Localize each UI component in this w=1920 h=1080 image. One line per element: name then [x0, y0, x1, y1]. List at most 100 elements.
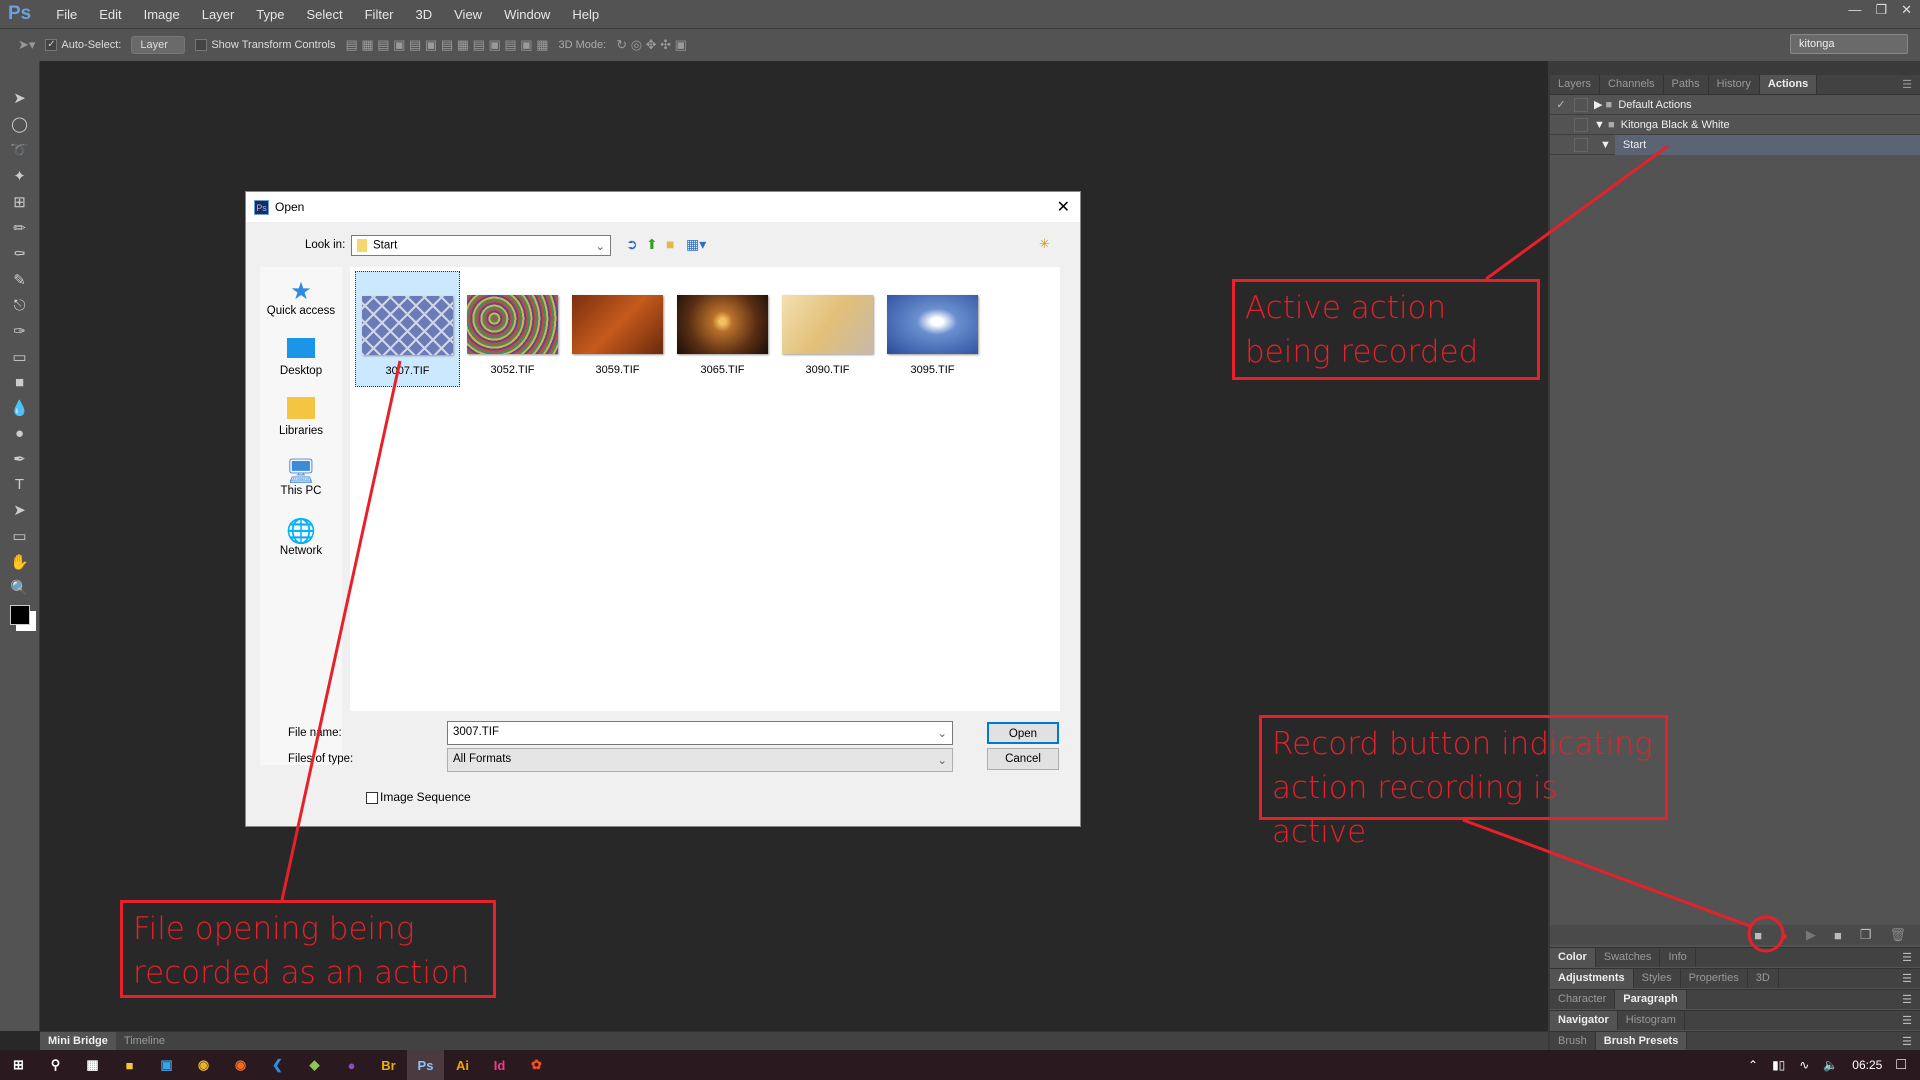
healing-brush-icon[interactable]: ⚰	[13, 245, 26, 263]
align-icons[interactable]: ▤ ▦ ▤ ▣ ▤ ▣ ▤ ▦ ▤ ▣ ▤ ▣ ▦	[345, 37, 548, 53]
layer-select[interactable]: Layer	[131, 36, 186, 54]
new-set-folder-icon[interactable]: ■	[1834, 928, 1842, 943]
cancel-button[interactable]: Cancel	[987, 748, 1059, 770]
close-icon[interactable]: ✕	[1901, 2, 1912, 18]
tab-navigator[interactable]: Navigator	[1550, 1011, 1618, 1030]
search-icon[interactable]: ⚲	[37, 1050, 74, 1080]
zoom-tool-icon[interactable]: 🔍	[10, 579, 29, 597]
tab-styles[interactable]: Styles	[1634, 969, 1681, 988]
panel-menu-icon[interactable]: ☰	[1894, 990, 1920, 1009]
tab-swatches[interactable]: Swatches	[1596, 948, 1661, 967]
3d-mode-icons[interactable]: ↻ ◎ ✥ ✣ ▣	[616, 37, 687, 53]
panel-menu-icon[interactable]: ☰	[1894, 969, 1920, 988]
bridge-icon[interactable]: Br	[370, 1050, 407, 1080]
volume-icon[interactable]: 🔈	[1823, 1058, 1838, 1072]
dialog-toggle[interactable]	[1574, 117, 1588, 132]
tab-adjustments[interactable]: Adjustments	[1550, 969, 1634, 988]
pen-tool-icon[interactable]: ✒	[13, 450, 26, 468]
control-panel-icon[interactable]: ▣	[148, 1050, 185, 1080]
look-in-select[interactable]: Start ⌄	[351, 235, 611, 256]
eraser-icon[interactable]: ▭	[12, 348, 26, 366]
trash-icon[interactable]: 🗑	[1889, 927, 1906, 943]
close-icon[interactable]: ✕	[1057, 197, 1070, 217]
github-desktop-icon[interactable]: ●	[333, 1050, 370, 1080]
panel-menu-icon[interactable]: ☰	[1894, 948, 1920, 967]
crop-tool-icon[interactable]: ⊞	[13, 193, 26, 211]
record-button[interactable]: ●	[1780, 928, 1788, 943]
file-item[interactable]: 3065.TIF	[670, 271, 775, 376]
indesign-icon[interactable]: Id	[481, 1050, 518, 1080]
image-sequence-checkbox[interactable]: Image Sequence	[366, 790, 471, 804]
file-item[interactable]: 3052.TIF	[460, 271, 565, 376]
tab-color[interactable]: Color	[1550, 948, 1596, 967]
menu-layer[interactable]: Layer	[191, 7, 246, 22]
menu-3d[interactable]: 3D	[405, 7, 444, 22]
dialog-toggle[interactable]	[1574, 97, 1588, 112]
blur-tool-icon[interactable]: 💧	[10, 399, 29, 417]
file-item[interactable]: 3059.TIF	[565, 271, 670, 376]
photoshop-taskbar-icon[interactable]: Ps	[407, 1050, 444, 1080]
place-network[interactable]: 🌐 Network	[260, 517, 342, 567]
tab-mini-bridge[interactable]: Mini Bridge	[40, 1032, 116, 1050]
git-icon[interactable]: ◆	[296, 1050, 333, 1080]
menu-type[interactable]: Type	[245, 7, 295, 22]
type-tool-icon[interactable]: T	[15, 476, 24, 493]
panel-menu-icon[interactable]: ☰	[1894, 1011, 1920, 1030]
file-item[interactable]: 3095.TIF	[880, 271, 985, 376]
move-tool-icon[interactable]: ➤▾	[18, 37, 35, 53]
new-folder-icon[interactable]: ■	[666, 236, 674, 252]
menu-edit[interactable]: Edit	[88, 7, 132, 22]
panel-menu-icon[interactable]: ☰	[1894, 1032, 1920, 1051]
illustrator-icon[interactable]: Ai	[444, 1050, 481, 1080]
menu-file[interactable]: File	[45, 7, 88, 22]
check-icon[interactable]: ✓	[1550, 98, 1572, 111]
chevron-up-icon[interactable]: ⌃	[1748, 1058, 1758, 1072]
tab-layers[interactable]: Layers	[1550, 75, 1601, 94]
clock[interactable]: 06:25	[1852, 1058, 1882, 1072]
show-transform-checkbox[interactable]: Show Transform Controls	[195, 39, 335, 52]
file-type-select[interactable]: All Formats ⌄	[447, 748, 953, 772]
view-menu-icon[interactable]: ▦▾	[686, 236, 706, 253]
lasso-tool-icon[interactable]: ➰	[10, 141, 29, 159]
tab-brush[interactable]: Brush	[1550, 1032, 1596, 1051]
tab-actions[interactable]: Actions	[1759, 75, 1818, 94]
auto-select-checkbox[interactable]: ✓ Auto-Select:	[45, 39, 121, 52]
file-explorer-icon[interactable]: ■	[111, 1050, 148, 1080]
restore-icon[interactable]: ❐	[1875, 2, 1887, 18]
shape-tool-icon[interactable]: ▭	[12, 527, 26, 545]
file-item[interactable]: 3090.TIF	[775, 271, 880, 376]
tab-info[interactable]: Info	[1660, 948, 1696, 967]
back-icon[interactable]: ➲	[626, 236, 638, 253]
menu-select[interactable]: Select	[295, 7, 353, 22]
tab-timeline[interactable]: Timeline	[116, 1032, 173, 1050]
place-libraries[interactable]: Libraries	[260, 397, 342, 447]
file-name-input[interactable]: 3007.TIF ⌄	[447, 721, 953, 745]
windows-start-icon[interactable]: ⊞	[0, 1050, 37, 1080]
tab-histogram[interactable]: Histogram	[1618, 1011, 1685, 1030]
menu-filter[interactable]: Filter	[354, 7, 405, 22]
notifications-icon[interactable]: □	[1896, 1056, 1906, 1074]
new-action-icon[interactable]: ❐	[1860, 927, 1872, 943]
panel-menu-icon[interactable]: ☰	[1894, 75, 1920, 94]
tab-history[interactable]: History	[1709, 75, 1760, 94]
tab-3d[interactable]: 3D	[1748, 969, 1779, 988]
battery-icon[interactable]: ▮▯	[1772, 1058, 1785, 1072]
place-this-pc[interactable]: 🖥 This PC	[260, 457, 342, 507]
menu-help[interactable]: Help	[561, 7, 610, 22]
vscode-icon[interactable]: ❮	[259, 1050, 296, 1080]
stop-icon[interactable]: ■	[1754, 928, 1762, 943]
task-view-icon[interactable]: ▦	[74, 1050, 111, 1080]
menu-view[interactable]: View	[443, 7, 493, 22]
collapse-icon[interactable]: ▼	[1594, 119, 1605, 131]
tab-paths[interactable]: Paths	[1664, 75, 1709, 94]
play-icon[interactable]: ▶	[1806, 927, 1816, 943]
place-quick-access[interactable]: ★ Quick access	[260, 277, 342, 327]
tab-properties[interactable]: Properties	[1681, 969, 1748, 988]
chrome-icon[interactable]: ◉	[185, 1050, 222, 1080]
file-item[interactable]: 3007.TIF	[355, 271, 460, 387]
stamp-tool-icon[interactable]: ⎋	[14, 297, 26, 314]
history-brush-icon[interactable]: ✑	[13, 322, 26, 340]
hand-tool-icon[interactable]: ✋	[10, 553, 29, 571]
wifi-icon[interactable]: ∿	[1799, 1058, 1809, 1072]
expand-icon[interactable]: ▶	[1594, 98, 1602, 111]
